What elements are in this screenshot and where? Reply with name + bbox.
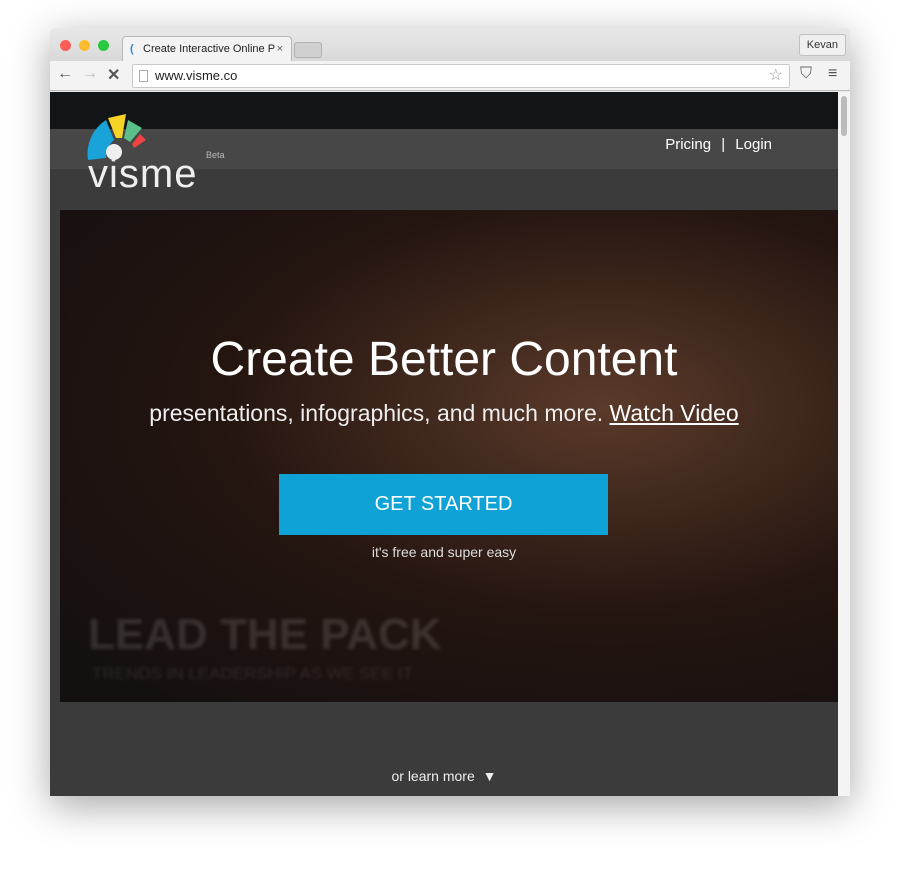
cta-note: it's free and super easy — [371, 544, 517, 560]
minimize-window-button[interactable] — [79, 40, 90, 51]
url-text: www.visme.co — [155, 68, 238, 83]
background-title: LEAD THE PACK — [88, 610, 442, 659]
login-link[interactable]: Login — [735, 136, 772, 153]
back-icon[interactable]: ← — [57, 65, 73, 83]
hero-title: Create Better Content — [210, 333, 678, 386]
scrollbar-thumb[interactable] — [841, 96, 847, 136]
browser-window: ( Create Interactive Online P × Kevan ← … — [50, 28, 850, 796]
loading-icon: ( — [130, 43, 134, 55]
tab-title: Create Interactive Online P — [143, 43, 276, 55]
stop-icon[interactable]: ✕ — [107, 65, 120, 85]
background-subtitle: TRENDS IN LEADERSHIP AS WE SEE IT — [92, 664, 413, 683]
learn-more-text: or learn more — [391, 768, 475, 784]
nav-separator: | — [721, 136, 726, 153]
hero-subtitle: presentations, infographics, and much mo… — [50, 400, 838, 427]
watch-video-link[interactable]: Watch Video — [610, 400, 739, 426]
subtitle-text: presentations, infographics, and much mo… — [149, 400, 604, 426]
top-strip — [50, 92, 838, 129]
maximize-window-button[interactable] — [98, 40, 109, 51]
beta-label: Beta — [206, 150, 225, 160]
pocket-icon[interactable]: ⛉ — [800, 65, 812, 83]
get-started-button[interactable]: GET STARTED — [279, 474, 608, 535]
page-icon — [139, 70, 148, 82]
address-bar[interactable]: www.visme.co ☆ — [132, 64, 790, 88]
learn-more-link[interactable]: or learn more ▼ — [50, 768, 838, 784]
close-window-button[interactable] — [60, 40, 71, 51]
forward-icon[interactable]: → — [82, 65, 98, 83]
new-tab-button[interactable] — [294, 42, 322, 58]
toolbar: ← → ✕ www.visme.co ☆ ⛉ ≡ — [50, 61, 850, 91]
tab-visme[interactable]: ( Create Interactive Online P × — [122, 36, 292, 62]
logo-text[interactable]: visme — [88, 152, 197, 197]
web-page: visme Beta Pricing | Login LEAD THE PACK… — [50, 92, 838, 796]
profile-button[interactable]: Kevan — [798, 34, 846, 56]
close-tab-icon[interactable]: × — [277, 37, 283, 62]
header-nav: Pricing | Login — [665, 136, 772, 153]
scrollbar[interactable] — [838, 92, 850, 796]
star-icon[interactable]: ☆ — [769, 65, 783, 87]
pricing-link[interactable]: Pricing — [665, 136, 711, 153]
caret-down-icon: ▼ — [482, 768, 497, 784]
menu-icon[interactable]: ≡ — [828, 65, 837, 83]
tab-bar: ( Create Interactive Online P × Kevan — [50, 28, 850, 62]
